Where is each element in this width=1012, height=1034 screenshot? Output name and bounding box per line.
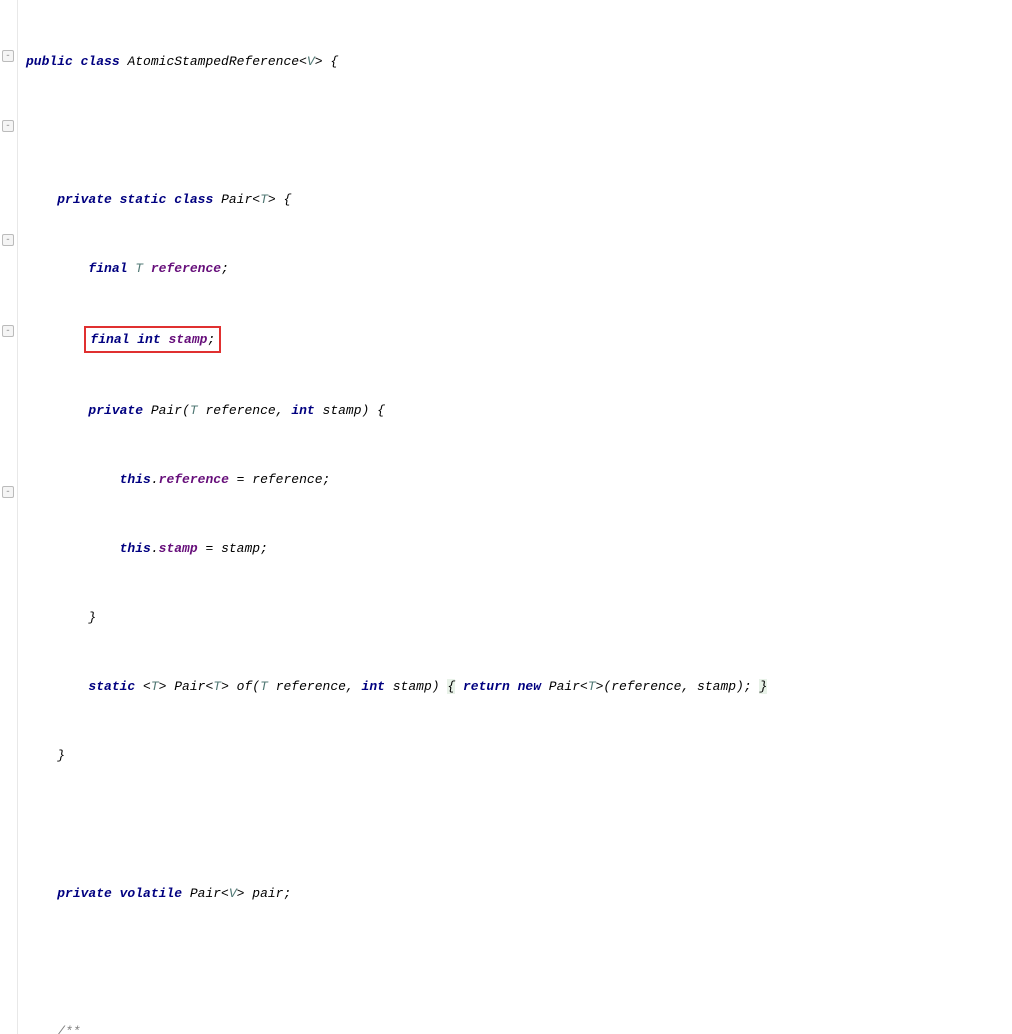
code-line: this.reference = reference; (26, 468, 1012, 491)
code-line-highlighted: final int stamp; (26, 326, 1012, 353)
code-line: private static class Pair<T> { (26, 188, 1012, 211)
fold-toggle-icon[interactable]: - (2, 234, 14, 246)
code-line: } (26, 744, 1012, 767)
code-line: } (26, 606, 1012, 629)
code-line (26, 951, 1012, 974)
code-line: static <T> Pair<T> of(T reference, int s… (26, 675, 1012, 698)
editor-gutter: - - - - - (0, 0, 18, 1034)
code-line: /** (26, 1020, 1012, 1034)
code-editor[interactable]: public class AtomicStampedReference<V> {… (18, 0, 1012, 1034)
code-line: final T reference; (26, 257, 1012, 280)
fold-toggle-icon[interactable]: - (2, 50, 14, 62)
fold-toggle-icon[interactable]: - (2, 486, 14, 498)
fold-toggle-icon[interactable]: - (2, 325, 14, 337)
code-line: public class AtomicStampedReference<V> { (26, 50, 1012, 73)
fold-toggle-icon[interactable]: - (2, 120, 14, 132)
code-line: private Pair(T reference, int stamp) { (26, 399, 1012, 422)
code-line (26, 119, 1012, 142)
code-line (26, 813, 1012, 836)
highlight-box: final int stamp; (84, 326, 221, 353)
code-line: private volatile Pair<V> pair; (26, 882, 1012, 905)
code-line: this.stamp = stamp; (26, 537, 1012, 560)
